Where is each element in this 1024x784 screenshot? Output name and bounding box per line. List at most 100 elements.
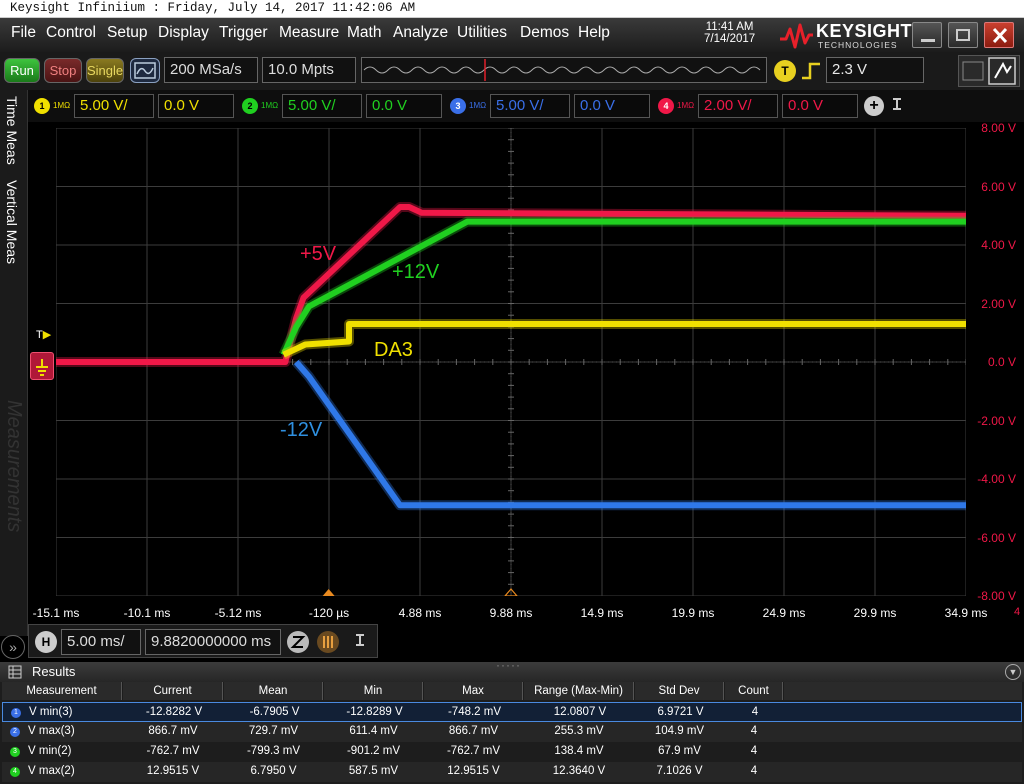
- x-tick-label: 9.88 ms: [489, 606, 533, 620]
- menu-demos[interactable]: Demos: [520, 24, 569, 42]
- results-cell: V max(3): [28, 725, 75, 737]
- channel-3-offset[interactable]: 0.0 V: [574, 94, 650, 118]
- trigger-source-badge[interactable]: T: [774, 60, 796, 82]
- trigger-edge-rising-icon[interactable]: [800, 60, 822, 82]
- horizontal-position[interactable]: 9.8820000000 ms: [145, 629, 281, 655]
- menu-setup[interactable]: Setup: [107, 24, 148, 42]
- x-tick-label: 19.9 ms: [671, 606, 715, 620]
- stop-button[interactable]: Stop: [44, 58, 82, 83]
- measurement-source-badge: 4: [10, 767, 20, 777]
- col-header-std-dev[interactable]: Std Dev: [635, 682, 724, 700]
- pin-icon[interactable]: [890, 97, 904, 115]
- col-header-current[interactable]: Current: [123, 682, 223, 700]
- results-cell: -12.8289 V: [346, 706, 403, 718]
- col-header-measurement[interactable]: Measurement: [2, 682, 122, 700]
- menu-control[interactable]: Control: [46, 24, 96, 42]
- y-tick-label: -8.00 V: [977, 589, 1016, 603]
- results-cell: -901.2 mV: [346, 745, 401, 757]
- results-cell: -12.8282 V: [145, 706, 203, 718]
- results-cell: 729.7 mV: [248, 725, 299, 737]
- channel-4-scale[interactable]: 2.00 V/: [698, 94, 778, 118]
- window-title-bar: Keysight Infiniium : Friday, July 14, 20…: [0, 0, 1024, 18]
- menu-math[interactable]: Math: [347, 24, 381, 42]
- channel-1-offset[interactable]: 0.0 V: [158, 94, 234, 118]
- annotation-label: DA3: [374, 339, 413, 361]
- menu-trigger[interactable]: Trigger: [219, 24, 268, 42]
- y-tick-label: -6.00 V: [977, 530, 1016, 545]
- col-header-range[interactable]: Range (Max-Min): [524, 682, 634, 700]
- y-tick-label: 8.00 V: [981, 121, 1016, 135]
- clock-date: 7/14/2017: [704, 33, 756, 45]
- waveform-overview[interactable]: [361, 57, 767, 83]
- horizontal-badge[interactable]: H: [35, 631, 57, 653]
- zoom-button[interactable]: [287, 631, 309, 653]
- trigger-level-display[interactable]: 2.3 V: [826, 57, 924, 83]
- touch-toggle[interactable]: [958, 55, 1020, 87]
- channel-1-badge[interactable]: 1: [34, 98, 50, 114]
- col-header-count[interactable]: Count: [725, 682, 783, 700]
- channel-1-scale[interactable]: 5.00 V/: [74, 94, 154, 118]
- channel-2-scale[interactable]: 5.00 V/: [282, 94, 362, 118]
- overview-waveform: [363, 59, 761, 81]
- plus-icon: +: [869, 97, 879, 114]
- results-row[interactable]: 3 V min(2) -762.7 mV -799.3 mV -901.2 mV -762…: [2, 742, 1022, 762]
- acquisition-segment-button[interactable]: [317, 631, 339, 653]
- channel-3-badge[interactable]: 3: [450, 98, 466, 114]
- channel-2-offset[interactable]: 0.0 V: [366, 94, 442, 118]
- tab-time-meas[interactable]: Time Meas: [4, 96, 20, 165]
- menu-analyze[interactable]: Analyze: [393, 24, 448, 42]
- results-cell: -762.7 mV: [446, 745, 501, 757]
- results-cell: 587.5 mV: [348, 765, 399, 777]
- menu-file[interactable]: File: [11, 24, 36, 42]
- results-grid-icon: [8, 665, 22, 679]
- memory-depth-display[interactable]: 10.0 Mpts: [262, 57, 356, 83]
- horizontal-scale[interactable]: 5.00 ms/: [61, 629, 141, 655]
- results-row[interactable]: 4 V max(2) 12.9515 V 6.7950 V 587.5 mV 12.951…: [2, 762, 1022, 782]
- brand-sub: TECHNOLOGIES: [818, 40, 898, 50]
- horizontal-pin-icon[interactable]: [353, 633, 367, 651]
- channel-4-badge[interactable]: 4: [658, 98, 674, 114]
- menu-display[interactable]: Display: [158, 24, 209, 42]
- x-tick-label: 14.9 ms: [580, 606, 624, 620]
- run-button[interactable]: Run: [4, 58, 40, 83]
- maximize-button[interactable]: [948, 22, 978, 48]
- minimize-button[interactable]: [912, 22, 942, 48]
- resize-grip-icon[interactable]: ·····: [496, 658, 521, 672]
- window-title: Keysight Infiniium : Friday, July 14, 20…: [10, 1, 416, 15]
- results-row[interactable]: 2 V max(3) 866.7 mV 729.7 mV 611.4 mV 866.7 m…: [2, 722, 1022, 742]
- waveform-display[interactable]: +5V +12V DA3 -12V: [56, 128, 966, 596]
- single-button[interactable]: Single: [86, 58, 124, 83]
- results-panel-header[interactable]: Results ····· ▼: [0, 658, 1024, 682]
- y-tick-label: 2.00 V: [981, 296, 1016, 311]
- trigger-marker-label: T: [36, 329, 43, 341]
- horizontal-controls: H 5.00 ms/ 9.8820000000 ms: [28, 624, 378, 658]
- sample-rate-display[interactable]: 200 MSa/s: [164, 57, 258, 83]
- close-button[interactable]: [984, 22, 1014, 48]
- col-header-min[interactable]: Min: [324, 682, 423, 700]
- collapse-results-button[interactable]: ▼: [1005, 664, 1021, 680]
- touch-gesture-icon: [962, 57, 1016, 85]
- trigger-level-marker[interactable]: T▶: [36, 328, 51, 341]
- expand-panel-button[interactable]: »: [1, 635, 25, 659]
- autoscale-button[interactable]: [130, 58, 160, 83]
- acquisition-toolbar: Run Stop Single 200 MSa/s 10.0 Mpts T 2.…: [0, 52, 1024, 90]
- add-channel-button[interactable]: +: [864, 96, 884, 116]
- results-cell: 4: [750, 765, 758, 777]
- channel-4-offset[interactable]: 0.0 V: [782, 94, 858, 118]
- menu-help[interactable]: Help: [578, 24, 610, 42]
- col-header-max[interactable]: Max: [424, 682, 523, 700]
- chevron-down-icon: ▼: [1008, 667, 1018, 677]
- channel-2-badge[interactable]: 2: [242, 98, 258, 114]
- menu-measure[interactable]: Measure: [279, 24, 339, 42]
- tab-measurements[interactable]: Measurements: [2, 400, 25, 532]
- channel-4-ground-marker[interactable]: [30, 352, 54, 380]
- channel-3-scale[interactable]: 5.00 V/: [490, 94, 570, 118]
- results-cell: 255.3 mV: [554, 725, 604, 737]
- results-cell: -762.7 mV: [146, 745, 200, 757]
- col-header-mean[interactable]: Mean: [224, 682, 323, 700]
- results-row[interactable]: 1 V min(3) -12.8282 V -6.7905 V -12.8289 V -7…: [2, 702, 1022, 722]
- tab-vertical-meas[interactable]: Vertical Meas: [4, 180, 20, 264]
- results-title: Results: [32, 664, 76, 679]
- menu-utilities[interactable]: Utilities: [457, 24, 507, 42]
- results-cell: 6.7950 V: [250, 765, 297, 777]
